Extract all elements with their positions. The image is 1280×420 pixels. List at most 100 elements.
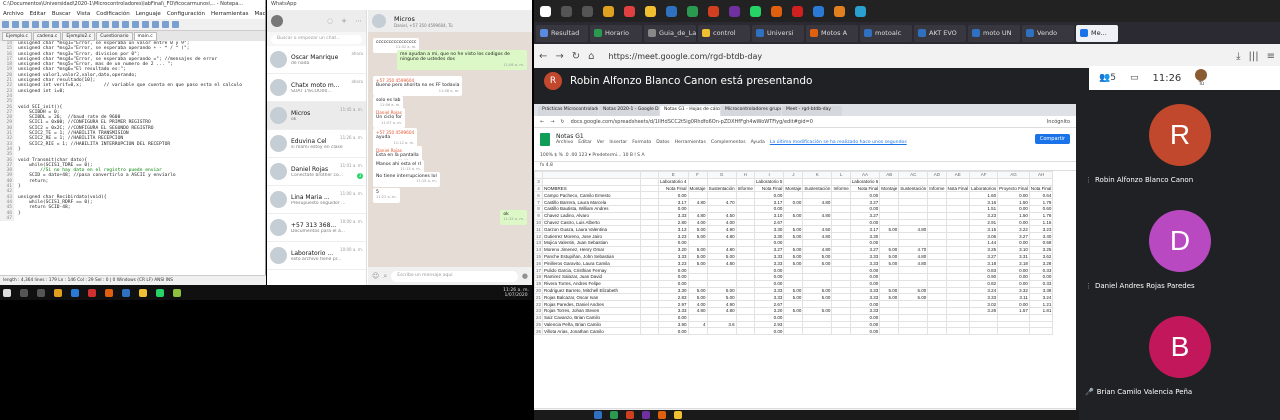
grid-cell[interactable]: 3.33 xyxy=(849,286,881,295)
editor-tab[interactable]: Cuestionario xyxy=(96,32,133,41)
grid-cell[interactable]: 11 xyxy=(534,225,544,234)
grid-cell[interactable]: 23 xyxy=(534,306,544,315)
grid-cell[interactable] xyxy=(735,320,755,329)
grid-cell[interactable]: 13 xyxy=(534,238,544,247)
sheet-menu-item[interactable]: Formato xyxy=(632,140,651,145)
grid-cell[interactable] xyxy=(640,252,660,261)
grid-cell[interactable]: 0.00 xyxy=(658,266,689,274)
grid-cell[interactable]: 3.27 xyxy=(849,211,881,220)
grid-cell[interactable]: 1.60 xyxy=(969,191,999,200)
grid-cell[interactable]: H xyxy=(735,171,755,179)
grid-cell[interactable] xyxy=(969,177,999,186)
grid-cell[interactable]: 3.33 xyxy=(753,259,785,268)
grid-cell[interactable] xyxy=(945,279,971,288)
grid-cell[interactable]: 0.00 xyxy=(849,320,881,329)
grid-cell[interactable]: Nota Final xyxy=(753,184,785,193)
grid-cell[interactable]: Nota Final xyxy=(658,184,689,193)
grid-cell[interactable] xyxy=(735,313,755,322)
save-all-icon[interactable] xyxy=(32,21,39,28)
grid-cell[interactable] xyxy=(706,327,737,336)
grid-cell[interactable] xyxy=(640,279,660,288)
grid-cell[interactable]: 4.50 xyxy=(706,211,737,220)
grid-cell[interactable] xyxy=(898,320,929,329)
grid-cell[interactable] xyxy=(945,191,971,200)
sheet-toolbar[interactable]: 100% $ % .0 .00 123 ▾ Predetermi... 10 B… xyxy=(534,150,1076,162)
grid-cell[interactable] xyxy=(879,191,900,200)
grid-cell[interactable]: 5.00 xyxy=(879,286,900,295)
grid-cell[interactable]: 0.00 xyxy=(753,279,785,288)
grid-cell[interactable]: 3.30 xyxy=(849,232,881,240)
grid-cell[interactable]: E xyxy=(658,171,689,179)
grid-cell[interactable]: 3.10 xyxy=(997,245,1030,254)
search-icon[interactable] xyxy=(561,5,572,17)
grid-cell[interactable] xyxy=(831,177,851,186)
my-avatar[interactable] xyxy=(271,15,283,27)
task-view-icon[interactable] xyxy=(37,288,45,297)
grid-cell[interactable]: Rojas Paredes, Daniel Andres xyxy=(542,300,642,308)
menu-item[interactable]: Archivo xyxy=(3,11,24,17)
grid-cell[interactable] xyxy=(640,238,660,247)
grid-cell[interactable]: 3.32 xyxy=(997,286,1030,295)
grid-cell[interactable]: 3.17 xyxy=(753,198,785,206)
grid-cell[interactable] xyxy=(735,218,755,227)
grid-cell[interactable] xyxy=(687,327,708,336)
grid-cell[interactable]: 5.00 xyxy=(706,252,737,261)
grid-cell[interactable]: 5.00 xyxy=(783,245,804,254)
grid-cell[interactable]: 0.00 xyxy=(997,266,1030,274)
grid-cell[interactable]: 5.00 xyxy=(687,286,708,295)
grid-cell[interactable] xyxy=(898,238,929,247)
grid-cell[interactable]: 4.50 xyxy=(802,225,833,234)
windows-start-icon[interactable] xyxy=(3,288,11,297)
grid-cell[interactable]: 1.21 xyxy=(1028,300,1054,308)
sheet-title[interactable]: Notas G1 xyxy=(556,133,912,140)
grid-cell[interactable]: 0.00 xyxy=(997,272,1030,281)
grid-cell[interactable] xyxy=(927,306,947,315)
grid-cell[interactable] xyxy=(997,313,1030,322)
grid-cell[interactable] xyxy=(706,313,737,322)
grid-cell[interactable] xyxy=(898,218,929,227)
app-icon[interactable] xyxy=(624,5,635,17)
grid-cell[interactable] xyxy=(783,272,804,281)
notepadpp-icon[interactable] xyxy=(173,288,181,297)
back-icon[interactable]: ← xyxy=(540,119,544,125)
grid-cell[interactable] xyxy=(735,191,755,200)
sheet-menu-item[interactable]: Datos xyxy=(656,140,669,145)
grid-cell[interactable] xyxy=(945,225,971,234)
grid-cell[interactable] xyxy=(831,320,851,329)
excel-icon[interactable] xyxy=(687,5,698,17)
grid-cell[interactable] xyxy=(640,306,660,315)
grid-cell[interactable]: 5.00 xyxy=(783,252,804,261)
grid-cell[interactable]: AC xyxy=(898,171,929,179)
participant-menu-icon[interactable]: 🎤 xyxy=(1085,388,1094,396)
grid-cell[interactable]: 3.24 xyxy=(969,286,999,295)
file-explorer-icon[interactable] xyxy=(54,288,62,297)
grid-cell[interactable]: Ramirez Salazar, Juan David xyxy=(542,272,642,281)
grid-cell[interactable] xyxy=(927,211,947,220)
grid-cell[interactable]: 4.90 xyxy=(706,225,737,234)
grid-cell[interactable] xyxy=(945,259,971,268)
grid-cell[interactable]: 3.26 xyxy=(969,306,999,315)
grid-cell[interactable]: 5.00 xyxy=(687,245,708,254)
participants-icon[interactable]: 👥5 xyxy=(1099,73,1116,83)
browser-tab[interactable]: motoalc xyxy=(860,24,912,42)
download-icon[interactable]: ⤓ xyxy=(1236,51,1240,62)
grid-cell[interactable] xyxy=(735,300,755,308)
whatsapp-icon[interactable] xyxy=(750,5,761,17)
editor-tab[interactable]: main.c xyxy=(133,32,157,41)
grid-cell[interactable]: Rodriguez Barreto, Mitchell Elizabeth xyxy=(542,286,642,295)
chat-list-item[interactable]: Micros ok 11:45 a. m. xyxy=(267,102,366,130)
grid-cell[interactable] xyxy=(879,320,900,329)
grid-cell[interactable] xyxy=(706,177,737,186)
firefox-icon[interactable] xyxy=(771,5,782,17)
grid-cell[interactable]: 4.80 xyxy=(687,211,708,220)
grid-cell[interactable] xyxy=(706,191,737,200)
grid-cell[interactable]: AG xyxy=(997,171,1030,179)
zoom-in-icon[interactable] xyxy=(132,21,139,28)
grid-cell[interactable]: 7 xyxy=(534,198,544,206)
onenote-icon[interactable] xyxy=(729,5,740,17)
grid-cell[interactable]: 5.00 xyxy=(783,286,804,295)
share-button[interactable]: Compartir xyxy=(1034,134,1070,144)
grid-cell[interactable]: 3.06 xyxy=(969,232,999,240)
grid-cell[interactable]: 2.67 xyxy=(753,300,785,308)
grid-cell[interactable] xyxy=(802,218,833,227)
